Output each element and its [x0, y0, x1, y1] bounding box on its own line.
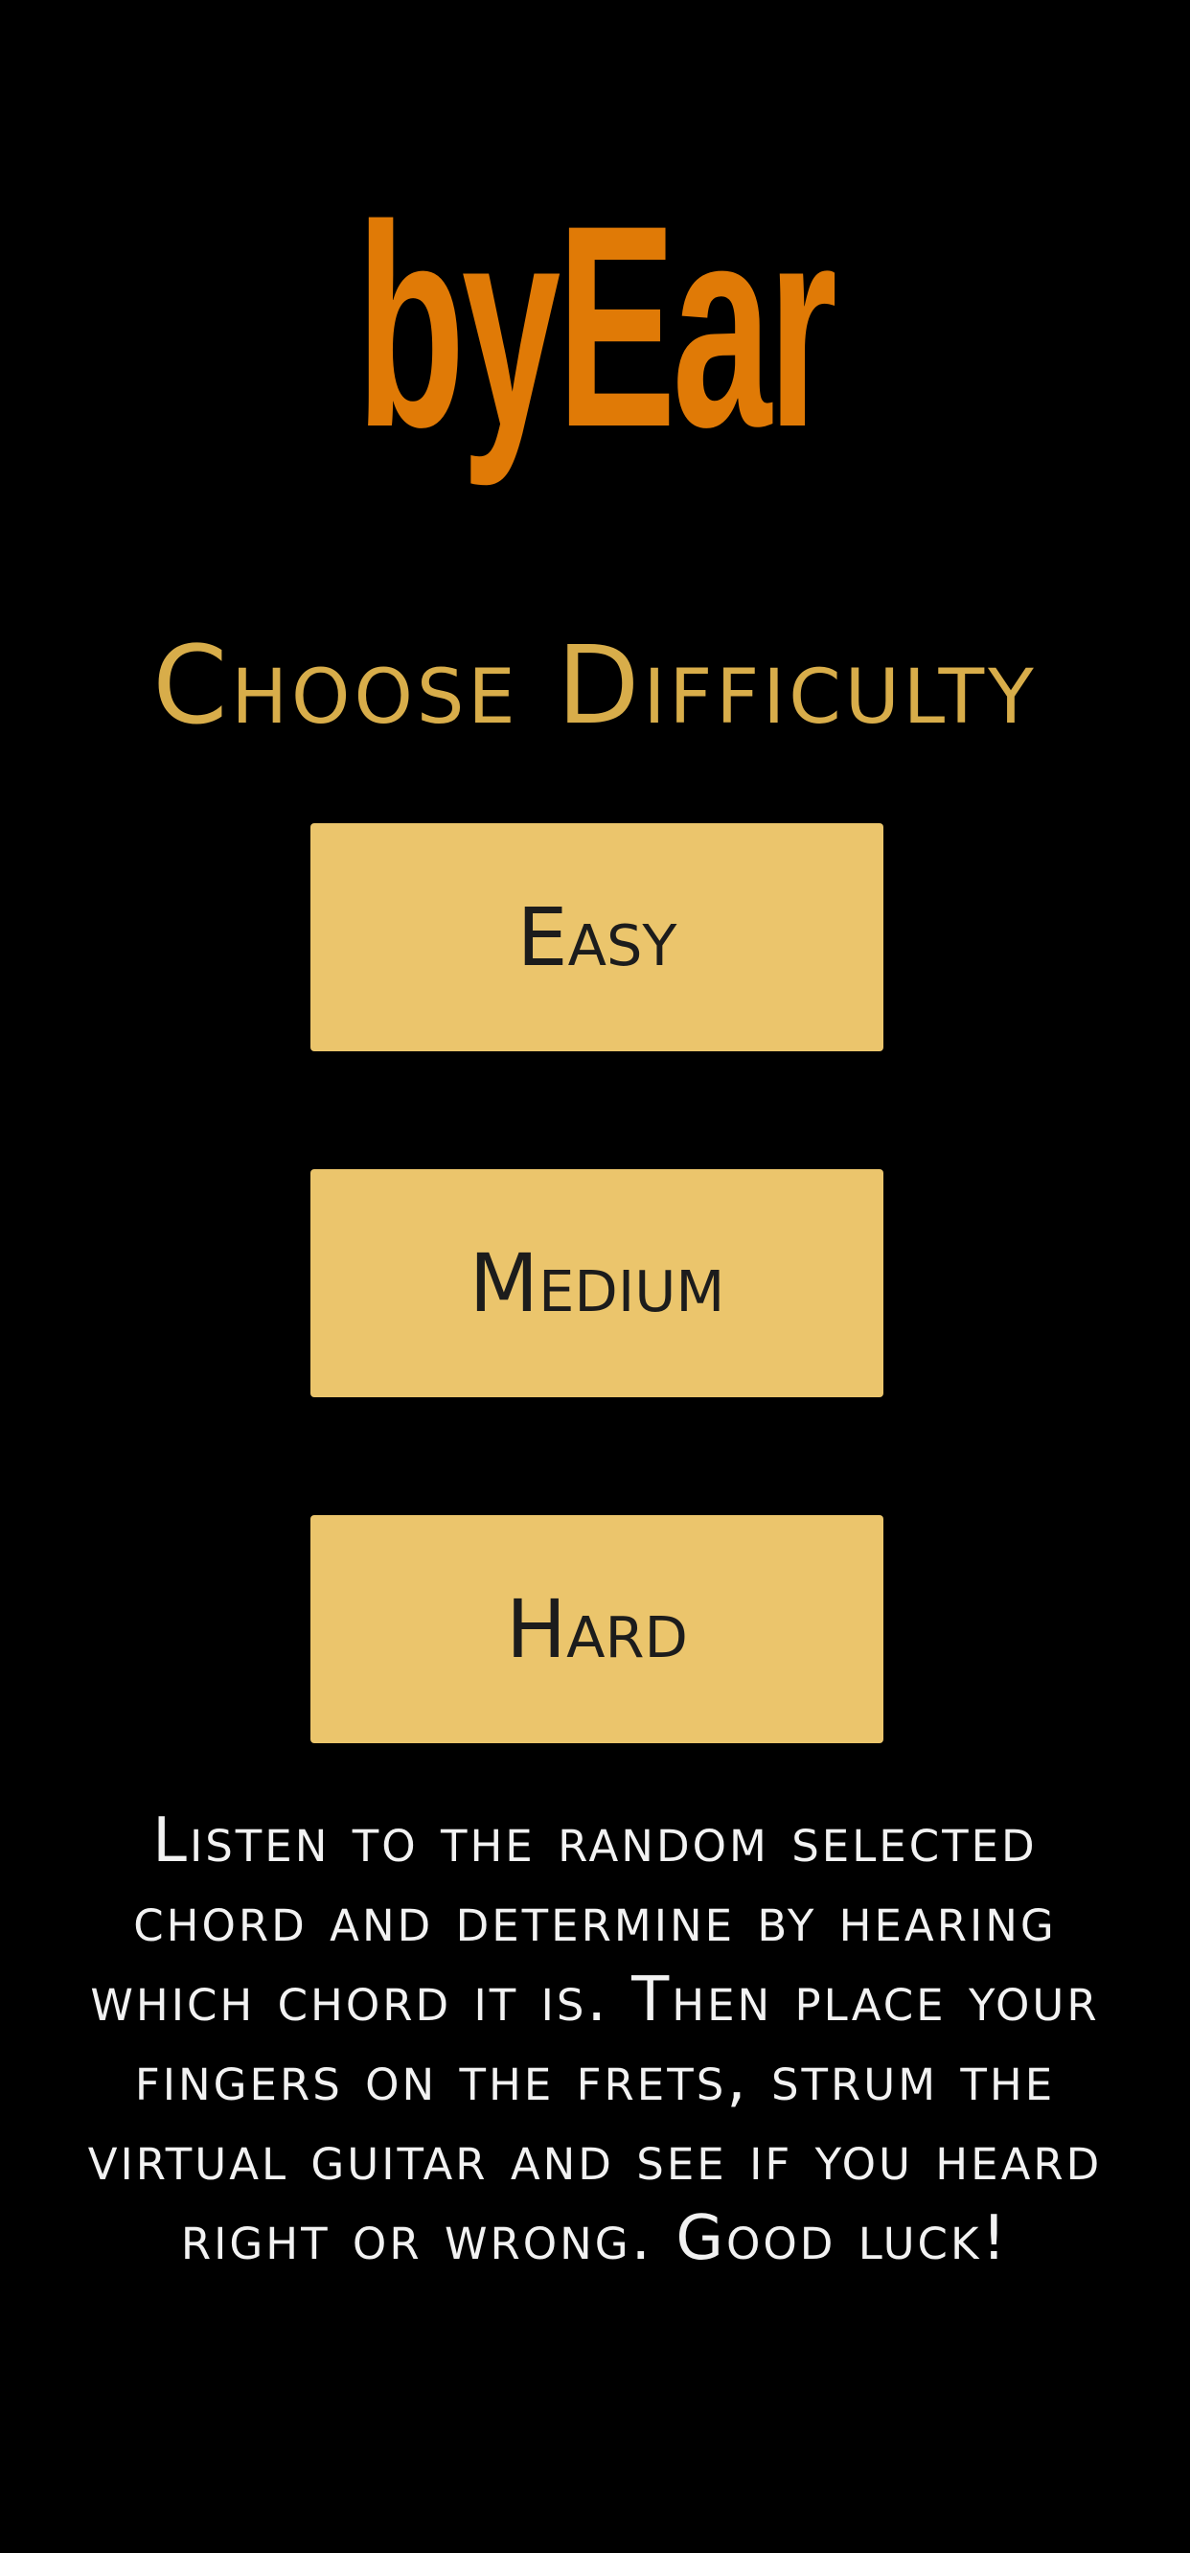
instructions-text: Listen to the random selected chord and … — [87, 1806, 1103, 2274]
app-logo: byEar — [355, 165, 837, 487]
hard-button[interactable]: Hard — [310, 1515, 883, 1743]
page-title: Choose Difficulty — [152, 624, 1038, 748]
medium-button[interactable]: Medium — [310, 1169, 883, 1397]
bottom-divider — [0, 2553, 1190, 2576]
easy-button[interactable]: Easy — [310, 823, 883, 1051]
difficulty-screen: byEar Choose Difficulty Easy Medium Hard… — [0, 0, 1190, 2576]
